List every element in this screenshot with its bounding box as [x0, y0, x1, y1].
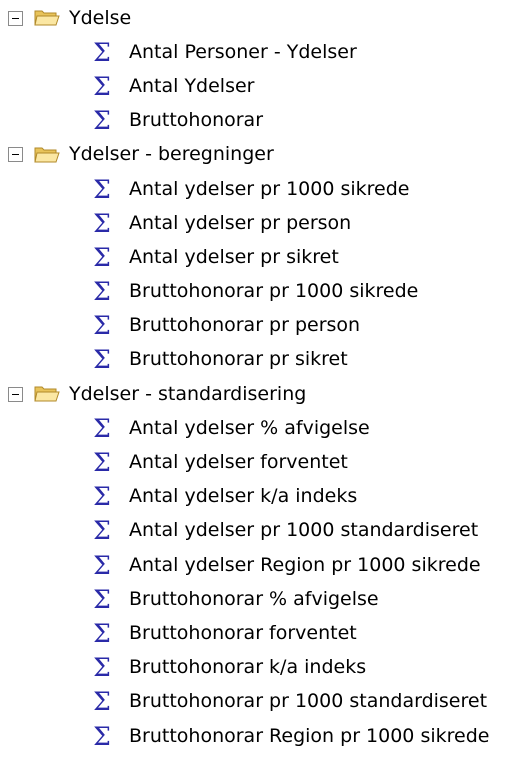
sigma-measure-icon: Σ [93, 345, 111, 375]
measure-item[interactable]: Σ Antal ydelser pr sikret [0, 240, 524, 274]
folder-label: Ydelser - standardisering [69, 382, 307, 405]
open-folder-icon [34, 10, 60, 26]
sigma-measure-icon: Σ [93, 413, 111, 443]
sigma-measure-icon: Σ [93, 208, 111, 238]
measure-label: Bruttohonorar forventet [129, 621, 357, 644]
measure-item[interactable]: Σ Bruttohonorar Region pr 1000 sikrede [0, 719, 524, 753]
measure-label: Antal ydelser Region pr 1000 sikrede [129, 553, 481, 576]
collapse-minus-icon[interactable] [8, 386, 23, 402]
measure-item[interactable]: Σ Antal ydelser pr 1000 standardiseret [0, 514, 524, 548]
sigma-measure-icon: Σ [93, 584, 111, 614]
sigma-measure-icon: Σ [93, 106, 111, 136]
open-folder-icon [34, 386, 60, 402]
measure-item[interactable]: Σ Antal Ydelser [0, 69, 524, 103]
measure-label: Bruttohonorar Region pr 1000 sikrede [129, 724, 490, 747]
sigma-measure-icon: Σ [93, 550, 111, 580]
measure-label: Antal Ydelser [129, 74, 255, 97]
collapse-minus-icon[interactable] [8, 10, 23, 26]
measure-item[interactable]: Σ Bruttohonorar pr 1000 standardiseret [0, 685, 524, 719]
measure-item[interactable]: Σ Bruttohonorar forventet [0, 616, 524, 650]
measure-label: Bruttohonorar pr sikret [129, 348, 348, 371]
measure-label: Antal ydelser % afvigelse [129, 416, 370, 439]
folder-row-ydelser-standardisering[interactable]: Ydelser - standardisering [0, 377, 524, 411]
measure-label: Antal ydelser forventet [129, 451, 348, 474]
measure-item[interactable]: Σ Antal ydelser forventet [0, 445, 524, 479]
measure-item[interactable]: Σ Bruttohonorar [0, 104, 524, 138]
sigma-measure-icon: Σ [93, 618, 111, 648]
measure-item[interactable]: Σ Bruttohonorar pr sikret [0, 343, 524, 377]
measure-label: Bruttohonorar % afvigelse [129, 587, 379, 610]
measure-item[interactable]: Σ Bruttohonorar pr person [0, 309, 524, 343]
measure-item[interactable]: Σ Antal ydelser Region pr 1000 sikrede [0, 548, 524, 582]
sigma-measure-icon: Σ [93, 721, 111, 751]
sigma-measure-icon: Σ [93, 482, 111, 512]
measure-label: Antal Personer - Ydelser [129, 40, 357, 63]
measure-label: Bruttohonorar pr person [129, 314, 361, 337]
sigma-measure-icon: Σ [93, 311, 111, 341]
sigma-measure-icon: Σ [93, 71, 111, 101]
sigma-measure-icon: Σ [93, 516, 111, 546]
sigma-measure-icon: Σ [93, 687, 111, 717]
sigma-measure-icon: Σ [93, 653, 111, 683]
folder-row-ydelse[interactable]: Ydelse [0, 1, 524, 35]
sigma-measure-icon: Σ [93, 448, 111, 478]
measure-tree: Ydelse Σ Antal Personer - Ydelser Σ Anta… [0, 0, 524, 753]
sigma-measure-icon: Σ [93, 37, 111, 67]
folder-label: Ydelser - beregninger [69, 143, 274, 166]
measure-item[interactable]: Σ Antal ydelser % afvigelse [0, 411, 524, 445]
measure-item[interactable]: Σ Bruttohonorar % afvigelse [0, 582, 524, 616]
measure-label: Bruttohonorar pr 1000 standardiseret [129, 690, 488, 713]
measure-item[interactable]: Σ Bruttohonorar pr 1000 sikrede [0, 275, 524, 309]
measure-label: Antal ydelser pr person [129, 211, 352, 234]
measure-label: Antal ydelser pr sikret [129, 245, 339, 268]
measure-label: Bruttohonorar [129, 109, 264, 132]
folder-row-ydelser-beregninger[interactable]: Ydelser - beregninger [0, 138, 524, 172]
sigma-measure-icon: Σ [93, 277, 111, 307]
sigma-measure-icon: Σ [93, 174, 111, 204]
open-folder-icon [34, 147, 60, 163]
measure-item[interactable]: Σ Antal ydelser pr person [0, 206, 524, 240]
sigma-measure-icon: Σ [93, 242, 111, 272]
measure-label: Bruttohonorar k/a indeks [129, 656, 367, 679]
collapse-minus-icon[interactable] [8, 147, 23, 163]
measure-item[interactable]: Σ Antal Personer - Ydelser [0, 35, 524, 69]
measure-label: Antal ydelser pr 1000 sikrede [129, 177, 410, 200]
folder-label: Ydelse [69, 6, 132, 29]
measure-item[interactable]: Σ Bruttohonorar k/a indeks [0, 651, 524, 685]
measure-item[interactable]: Σ Antal ydelser pr 1000 sikrede [0, 172, 524, 206]
measure-item[interactable]: Σ Antal ydelser k/a indeks [0, 480, 524, 514]
measure-label: Antal ydelser k/a indeks [129, 485, 358, 508]
measure-label: Antal ydelser pr 1000 standardiseret [129, 519, 479, 542]
measure-label: Bruttohonorar pr 1000 sikrede [129, 280, 419, 303]
